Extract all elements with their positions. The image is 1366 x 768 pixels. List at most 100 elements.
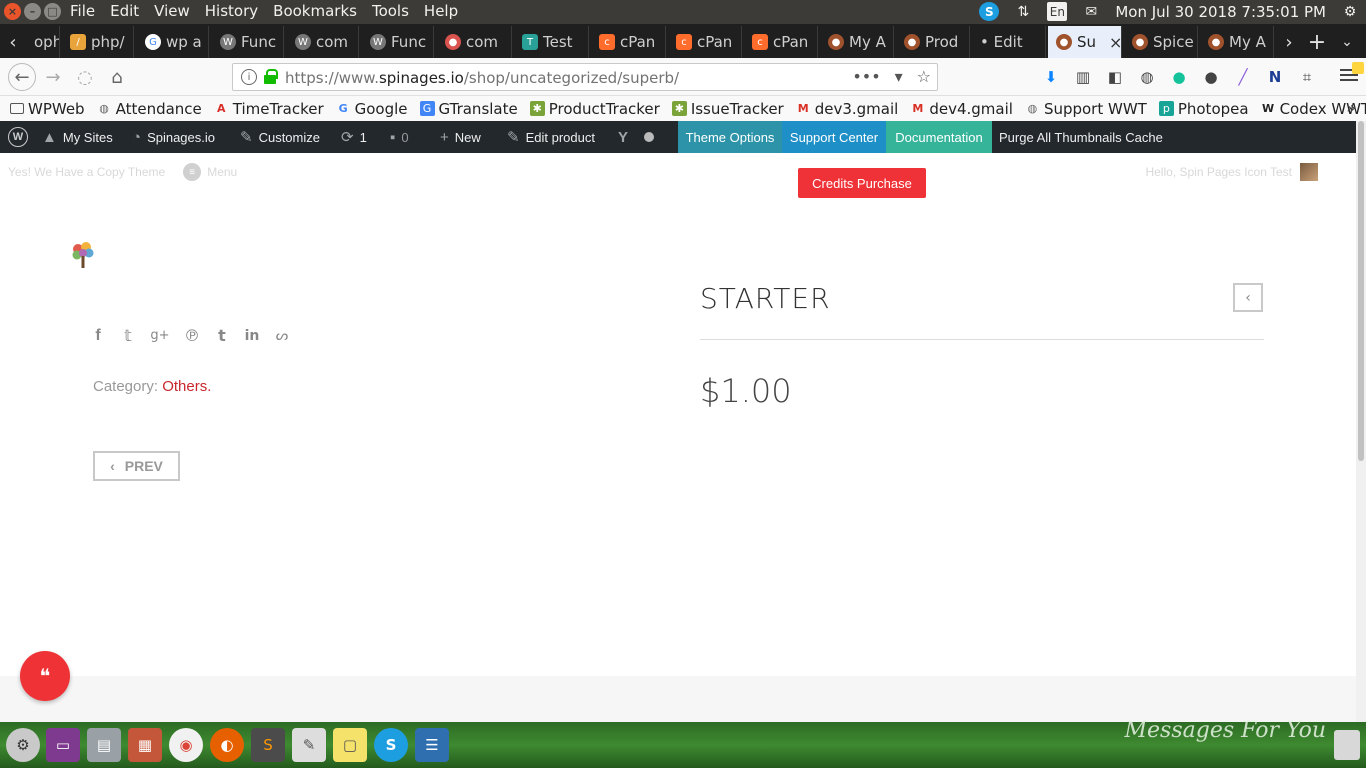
yoast-seo-menu[interactable]: Y (618, 121, 655, 153)
bookmark-item[interactable]: p Photopea (1158, 100, 1249, 118)
extension-n-icon[interactable]: N (1264, 66, 1286, 88)
tab[interactable]: oph (26, 26, 60, 58)
chat-bubble-icon[interactable]: ❝ (20, 651, 70, 701)
mail-icon[interactable]: ✉ (1081, 2, 1101, 21)
bookmark-item[interactable]: ◍ Support WWT (1025, 100, 1147, 118)
lock-icon[interactable] (264, 69, 278, 84)
tab[interactable]: • Edit (972, 26, 1046, 58)
bookmark-item[interactable]: ✱ ProductTracker (529, 100, 660, 118)
page-scrollbar[interactable] (1356, 121, 1366, 722)
new-tab-icon[interactable]: + (1306, 26, 1328, 58)
bookmark-item[interactable]: Mdev4.gmail (910, 100, 1013, 118)
menu-bookmarks[interactable]: Bookmarks (273, 2, 357, 20)
loading-spinner-icon[interactable]: ◌ (73, 65, 97, 89)
system-settings-icon[interactable]: ⚙ (6, 728, 40, 762)
scrollbar-thumb[interactable] (1358, 121, 1364, 461)
google-plus-icon[interactable]: g+ (150, 326, 170, 345)
documentation-link[interactable]: Documentation (886, 121, 992, 153)
skype-tray-icon[interactable]: S (979, 2, 1000, 21)
settings-gear-icon[interactable]: ⚙ (1340, 2, 1360, 21)
bookmark-item[interactable]: G GTranslate (419, 100, 518, 118)
edit-product-link[interactable]: ✎ Edit product (507, 121, 595, 153)
bookmark-item[interactable]: Mdev3.gmail (796, 100, 899, 118)
bookmarks-overflow-icon[interactable]: » (1346, 98, 1356, 117)
archive-app-icon[interactable]: ▦ (128, 728, 162, 762)
color-picker-icon[interactable]: ╱ (1232, 66, 1254, 88)
tab[interactable]: ● My A (820, 26, 894, 58)
tumblr-icon[interactable]: t (214, 326, 230, 345)
category-link[interactable]: Others. (162, 378, 211, 395)
bookmark-item[interactable]: ✱ IssueTracker (671, 100, 784, 118)
tab[interactable]: / php/ (62, 26, 134, 58)
tab[interactable]: ● com (437, 26, 512, 58)
download-icon[interactable]: ⬇ (1040, 66, 1062, 88)
facebook-icon[interactable]: f (90, 326, 106, 345)
menu-tools[interactable]: Tools (372, 2, 409, 20)
extension-dark-icon[interactable]: ● (1200, 66, 1222, 88)
clock[interactable]: Mon Jul 30 2018 7:35:01 PM (1115, 3, 1326, 21)
purge-cache-link[interactable]: Purge All Thumbnails Cache (999, 121, 1163, 153)
prev-product-button[interactable]: ‹ PREV (93, 451, 180, 481)
comments-link[interactable]: ▪ 0 (390, 121, 409, 153)
maximize-window-icon[interactable]: □ (44, 3, 61, 20)
bookmark-item[interactable]: WPWeb (10, 100, 85, 118)
bookmark-item[interactable]: ◍ Attendance (97, 100, 202, 118)
files-app-icon[interactable]: ▤ (87, 728, 121, 762)
screenshot-crop-icon[interactable]: ⌗ (1296, 66, 1318, 88)
chrome-icon[interactable]: ◉ (169, 728, 203, 762)
tab[interactable]: c cPan (744, 26, 818, 58)
theme-options-link[interactable]: Theme Options (678, 121, 782, 153)
support-center-link[interactable]: Support Center (782, 121, 886, 153)
wordpress-logo-icon[interactable]: W (8, 121, 28, 153)
grammarly-icon[interactable]: ● (1168, 66, 1190, 88)
document-viewer-icon[interactable]: ☰ (415, 728, 449, 762)
sublime-text-icon[interactable]: S (251, 728, 285, 762)
customize-link[interactable]: ✎ Customize (240, 121, 320, 153)
trash-icon[interactable] (1334, 730, 1360, 760)
terminal-app-icon[interactable]: ▭ (46, 728, 80, 762)
back-icon[interactable]: ← (8, 63, 36, 91)
linkedin-icon[interactable]: in (244, 326, 260, 345)
library-icon[interactable]: ▥ (1072, 66, 1094, 88)
user-greeting[interactable]: Hello, Spin Pages Icon Test (1145, 165, 1292, 179)
tab[interactable]: Wcom (287, 26, 359, 58)
tab[interactable]: c cPan (591, 26, 666, 58)
extension-globe-icon[interactable]: ◍ (1136, 66, 1158, 88)
keyboard-language[interactable]: En (1047, 2, 1068, 21)
tab[interactable]: Gwp a (137, 26, 209, 58)
menu-file[interactable]: File (70, 2, 95, 20)
close-window-icon[interactable]: × (4, 3, 21, 20)
twitter-icon[interactable]: 𝕥 (120, 326, 136, 345)
credits-purchase-button[interactable]: Credits Purchase (798, 168, 926, 198)
pinterest-icon[interactable]: ℗ (184, 326, 200, 345)
home-icon[interactable]: ⌂ (105, 65, 129, 89)
minimize-window-icon[interactable]: – (24, 3, 41, 20)
menu-edit[interactable]: Edit (110, 2, 139, 20)
tab-active[interactable]: ● Su × (1048, 26, 1122, 58)
menu-help[interactable]: Help (424, 2, 458, 20)
close-tab-icon[interactable]: × (1109, 33, 1121, 52)
page-actions-icon[interactable]: ••• (852, 67, 880, 86)
bookmark-star-icon[interactable]: ☆ (917, 67, 931, 86)
sidebar-icon[interactable]: ◧ (1104, 66, 1126, 88)
tab[interactable]: c cPan (668, 26, 742, 58)
avatar[interactable] (1300, 163, 1318, 181)
tab[interactable]: W Func (212, 26, 284, 58)
tab[interactable]: ● My A (1200, 26, 1274, 58)
tab[interactable]: ● Spice (1124, 26, 1198, 58)
stumbleupon-icon[interactable]: ᔕ (274, 326, 290, 345)
bookmark-item[interactable]: G Google (336, 100, 408, 118)
site-name-menu[interactable]: ◔ Spinages.io (132, 121, 215, 153)
tab-scroll-left-icon[interactable]: ‹ (2, 26, 24, 58)
menu-toggle[interactable]: ≡ Menu (183, 163, 237, 181)
sticky-notes-icon[interactable]: ▢ (333, 728, 367, 762)
tab-list-icon[interactable]: ⌄ (1336, 26, 1358, 58)
info-icon[interactable]: i (241, 69, 257, 85)
network-icon[interactable]: ⇅ (1013, 2, 1033, 21)
tab-scroll-right-icon[interactable]: › (1278, 26, 1300, 58)
new-content-menu[interactable]: + New (440, 121, 481, 153)
menu-view[interactable]: View (154, 2, 190, 20)
url-bar[interactable]: i https://www.spinages.io/shop/uncategor… (232, 63, 938, 91)
forward-icon[interactable]: → (41, 65, 65, 89)
bookmark-item[interactable]: A TimeTracker (214, 100, 324, 118)
